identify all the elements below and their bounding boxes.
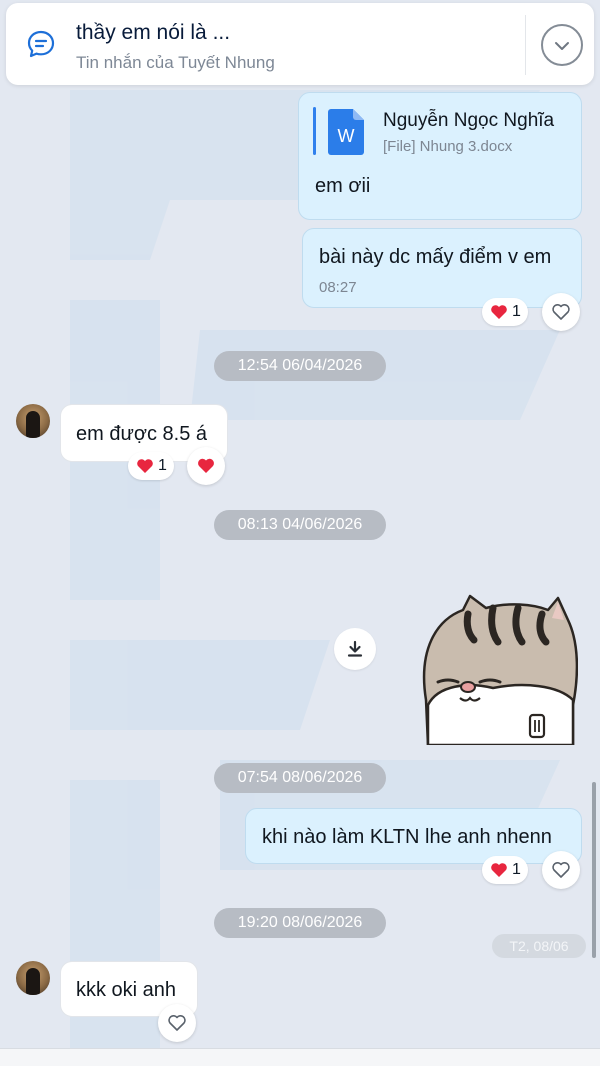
pinned-message-icon bbox=[27, 30, 55, 58]
avatar[interactable] bbox=[16, 961, 50, 995]
word-file-icon[interactable]: W bbox=[328, 109, 364, 155]
avatar[interactable] bbox=[16, 404, 50, 438]
message-time: 08:27 bbox=[319, 279, 357, 296]
date-separator: 07:54 08/06/2026 bbox=[214, 763, 386, 793]
reaction-count-badge[interactable]: 1 bbox=[482, 298, 528, 326]
message-text: bài này dc mấy điểm v em bbox=[319, 246, 552, 268]
message-text: em được 8.5 á bbox=[76, 423, 208, 445]
heart-icon bbox=[137, 459, 153, 473]
reaction-count-badge[interactable]: 1 bbox=[482, 856, 528, 884]
date-separator: 19:20 08/06/2026 bbox=[214, 908, 386, 938]
reaction-count: 1 bbox=[512, 861, 521, 878]
chevron-down-icon bbox=[555, 42, 569, 50]
react-button[interactable] bbox=[542, 851, 580, 889]
message-text: khi nào làm KLTN lhe anh nhenn bbox=[262, 826, 552, 848]
heart-outline-icon bbox=[552, 862, 570, 878]
reaction-count: 1 bbox=[158, 457, 167, 474]
heart-icon bbox=[491, 863, 507, 877]
message-text: kkk oki anh bbox=[76, 979, 177, 1001]
message-bubble-kltn[interactable]: khi nào làm KLTN lhe anh nhenn bbox=[245, 808, 582, 864]
heart-outline-icon bbox=[168, 1015, 186, 1031]
cat-sticker[interactable] bbox=[408, 590, 578, 745]
pinned-message-subtitle: Tin nhắn của Tuyết Nhung bbox=[76, 53, 275, 72]
date-separator: 12:54 06/04/2026 bbox=[214, 351, 386, 381]
scroll-date-indicator: T2, 08/06 bbox=[492, 934, 586, 958]
message-text: em ơii bbox=[315, 175, 371, 197]
file-sender-name: Nguyễn Ngọc Nghĩa bbox=[383, 110, 555, 131]
react-button[interactable] bbox=[542, 293, 580, 331]
message-bubble-file-reply[interactable]: W Nguyễn Ngọc Nghĩa [File] Nhung 3.docx … bbox=[298, 92, 582, 220]
heart-icon bbox=[198, 458, 214, 473]
download-icon bbox=[347, 640, 363, 657]
expand-pinned-button[interactable] bbox=[541, 24, 583, 66]
file-name-label[interactable]: [File] Nhung 3.docx bbox=[383, 138, 512, 155]
pinned-message-title: thầy em nói là ... bbox=[76, 21, 231, 44]
input-bar-edge bbox=[0, 1048, 600, 1066]
pinned-message-banner[interactable]: thầy em nói là ... Tin nhắn của Tuyết Nh… bbox=[6, 3, 594, 85]
download-button[interactable] bbox=[334, 628, 376, 670]
pinned-divider bbox=[525, 15, 526, 75]
reaction-count-badge[interactable]: 1 bbox=[128, 452, 174, 480]
heart-outline-icon bbox=[552, 304, 570, 320]
scrollbar[interactable] bbox=[592, 782, 596, 958]
message-bubble-score-question[interactable]: bài này dc mấy điểm v em 08:27 bbox=[302, 228, 582, 308]
react-button[interactable] bbox=[158, 1004, 196, 1042]
reaction-count: 1 bbox=[512, 303, 521, 320]
quote-bar bbox=[313, 107, 316, 155]
react-button-active[interactable] bbox=[187, 447, 225, 485]
heart-icon bbox=[491, 305, 507, 319]
date-separator: 08:13 04/06/2026 bbox=[214, 510, 386, 540]
file-icon-letter: W bbox=[338, 126, 355, 146]
